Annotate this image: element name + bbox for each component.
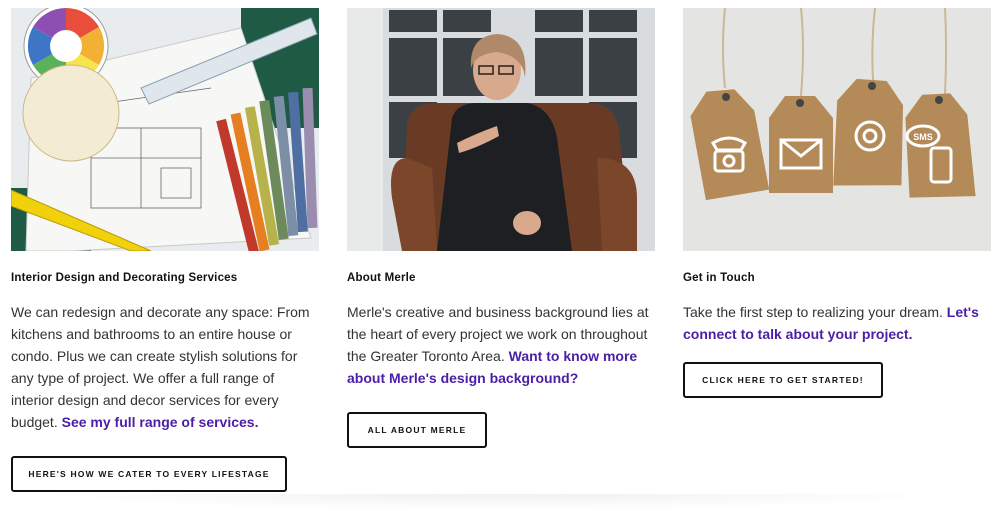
get-started-button[interactable]: CLICK HERE TO GET STARTED! (683, 362, 883, 398)
about-column: About Merle Merle's creative and busines… (347, 8, 655, 448)
design-tools-illustration (11, 8, 319, 251)
about-description: Merle's creative and business background… (347, 301, 652, 389)
merle-portrait-image[interactable] (347, 8, 655, 251)
services-title: Interior Design and Decorating Services (11, 272, 238, 284)
contact-description-text: Take the first step to realizing your dr… (683, 304, 943, 320)
services-link[interactable]: See my full range of services. (62, 414, 259, 430)
services-column: Interior Design and Decorating Services … (11, 8, 319, 492)
design-tools-image[interactable] (11, 8, 319, 251)
contact-column: SMS Get in Touch Take the first step to … (683, 8, 991, 398)
contact-title: Get in Touch (683, 272, 755, 284)
section-shadow (40, 494, 960, 510)
lifestage-button[interactable]: HERE'S HOW WE CATER TO EVERY LIFESTAGE (11, 456, 287, 492)
merle-portrait-illustration (347, 8, 655, 251)
services-description: We can redesign and decorate any space: … (11, 301, 316, 433)
contact-description: Take the first step to realizing your dr… (683, 301, 988, 345)
sms-tag-text: SMS (913, 132, 933, 142)
about-title: About Merle (347, 272, 416, 284)
contact-tags-illustration: SMS (683, 8, 991, 251)
all-about-merle-button[interactable]: ALL ABOUT MERLE (347, 412, 487, 448)
contact-tags-image[interactable]: SMS (683, 8, 991, 251)
services-description-text: We can redesign and decorate any space: … (11, 304, 310, 430)
